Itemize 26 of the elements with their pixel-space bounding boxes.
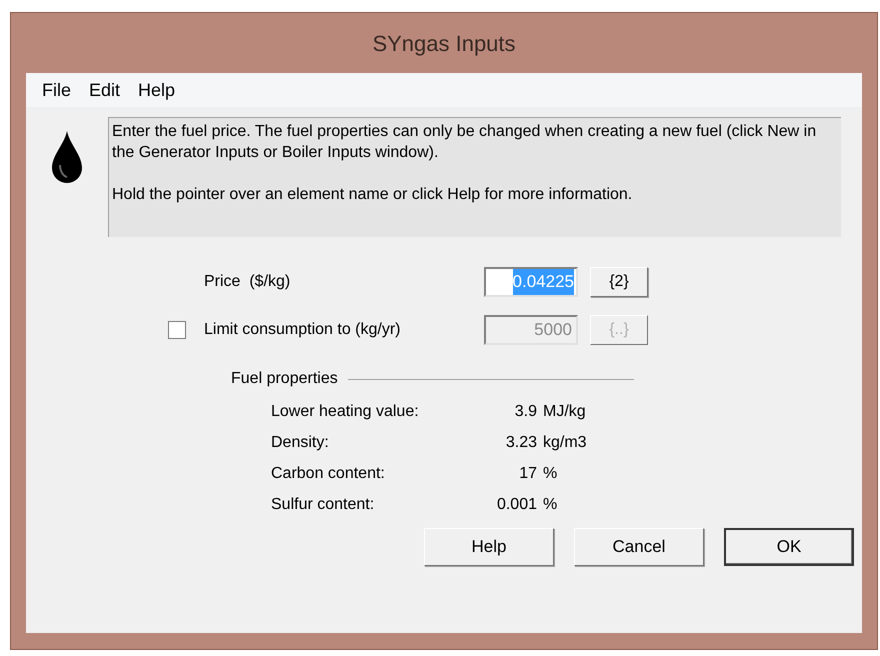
property-unit: kg/m3 bbox=[543, 433, 588, 453]
drop-icon bbox=[52, 131, 82, 183]
dialog-button[interactable]: OK bbox=[724, 528, 854, 566]
property-value: 0.001 bbox=[496, 495, 537, 515]
property-label: Lower heating value: bbox=[271, 402, 420, 422]
property-unit: MJ/kg bbox=[543, 402, 587, 422]
menu-item[interactable]: File bbox=[40, 76, 74, 104]
section-title: Fuel properties bbox=[231, 369, 338, 389]
property-label: Sulfur content: bbox=[271, 495, 376, 515]
property-value: 17 bbox=[518, 464, 537, 484]
window-title: SYngas Inputs bbox=[372, 30, 516, 58]
menu-item[interactable]: Edit bbox=[87, 76, 122, 104]
property-label: Carbon content: bbox=[271, 464, 386, 484]
limit-label: Limit consumption to (kg/yr) bbox=[204, 320, 402, 340]
menu-item[interactable]: Help bbox=[136, 76, 178, 104]
dialog-button[interactable]: Help bbox=[424, 528, 554, 566]
property-label: Density: bbox=[271, 433, 330, 453]
price-label: Price ($/kg) bbox=[204, 272, 292, 292]
property-unit: % bbox=[543, 464, 558, 484]
dialog-button[interactable]: Cancel bbox=[574, 528, 704, 566]
info-text: Enter the fuel price. The fuel properties can only be changed when creating a new fuel (click New in the Generator Inputs or Boiler Inputs window). bbox=[112, 122, 818, 163]
property-value: 3.23 bbox=[504, 433, 537, 453]
property-value: 3.9 bbox=[514, 402, 537, 422]
info-text: Hold the pointer over an element name or click Help for more information. bbox=[112, 185, 634, 205]
estimate-button[interactable]: {2} bbox=[590, 267, 648, 297]
property-unit: % bbox=[543, 495, 558, 515]
